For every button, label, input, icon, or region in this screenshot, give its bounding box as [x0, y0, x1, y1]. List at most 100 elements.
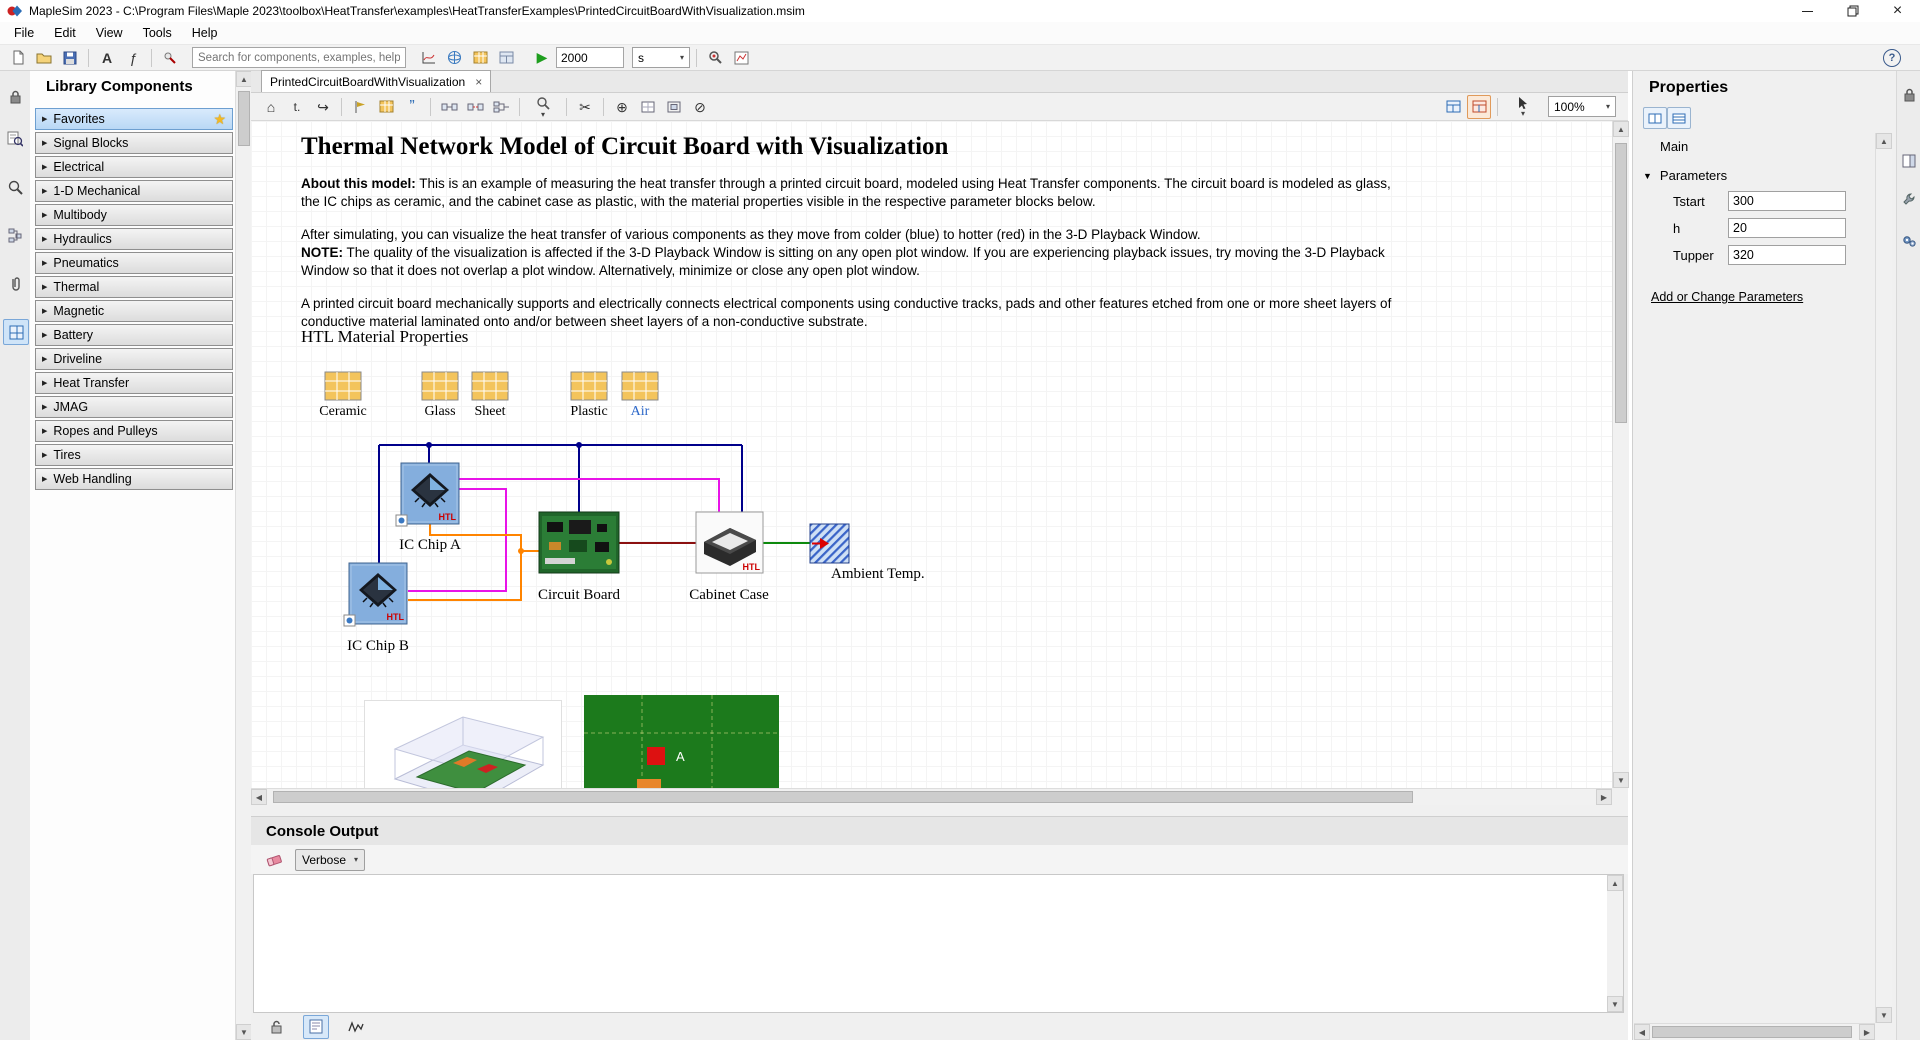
model-canvas[interactable]: Thermal Network Model of Circuit Board w…	[251, 121, 1612, 788]
search-input[interactable]	[192, 47, 406, 68]
sidebar-item-magnetic[interactable]: ▶ Magnetic	[35, 300, 233, 322]
zoom-level-dropdown[interactable]: 100% ▾	[1548, 96, 1616, 117]
scroll-left-arrow[interactable]: ◀	[1634, 1024, 1650, 1040]
scroll-up-arrow[interactable]: ▲	[1607, 875, 1623, 891]
properties-view-toggle-2[interactable]	[1667, 107, 1691, 129]
multibody-settings-button[interactable]	[3, 319, 29, 345]
verbosity-dropdown[interactable]: Verbose ▾	[295, 848, 366, 871]
component-cabinet-case[interactable]: HTL	[695, 511, 764, 574]
restore-button[interactable]	[1830, 0, 1875, 22]
connection-join-button[interactable]	[489, 95, 513, 119]
scroll-right-arrow[interactable]: ▶	[1859, 1024, 1875, 1040]
new-file-button[interactable]	[6, 46, 30, 70]
console-text-view-button[interactable]	[303, 1014, 329, 1039]
probe-flag-button[interactable]	[348, 95, 372, 119]
open-file-button[interactable]	[32, 46, 56, 70]
component-ambient-temp[interactable]	[809, 523, 850, 564]
text-tool-button[interactable]: A	[95, 46, 119, 70]
model-home-button[interactable]: ⌂	[259, 95, 283, 119]
parameter-pane-toggle[interactable]	[1441, 95, 1465, 119]
zoom-in-button[interactable]: ⊕	[610, 95, 634, 119]
scrollbar-thumb[interactable]	[273, 791, 1413, 803]
sidebar-item-signal-blocks[interactable]: ▶ Signal Blocks	[35, 132, 233, 154]
scrollbar-thumb[interactable]	[238, 91, 250, 146]
menu-help[interactable]: Help	[182, 23, 228, 43]
menu-file[interactable]: File	[4, 23, 44, 43]
disable-button[interactable]: ⊘	[688, 95, 712, 119]
library-scrollbar[interactable]: ▲ ▼	[235, 71, 252, 1040]
clear-console-button[interactable]	[263, 848, 287, 872]
sidebar-item-jmag[interactable]: ▶ JMAG	[35, 396, 233, 418]
minimize-button[interactable]	[1785, 0, 1830, 22]
text-annotation-button[interactable]: t.	[285, 95, 309, 119]
sidebar-item-ropes-and-pulleys[interactable]: ▶ Ropes and Pulleys	[35, 420, 233, 442]
scroll-down-arrow[interactable]: ▼	[1607, 996, 1623, 1012]
probe-search-button[interactable]	[703, 46, 727, 70]
library-search-button[interactable]	[3, 127, 27, 151]
properties-view-toggle-1[interactable]	[1643, 107, 1667, 129]
plot-window-button[interactable]	[416, 46, 440, 70]
pointer-mode-dropdown[interactable]: ▾	[1504, 95, 1542, 119]
menu-tools[interactable]: Tools	[133, 23, 182, 43]
scroll-left-arrow[interactable]: ◀	[251, 789, 267, 805]
redo-layout-button[interactable]: ↪	[311, 95, 335, 119]
sidebar-item-web-handling[interactable]: ▶ Web Handling	[35, 468, 233, 490]
tstart-input[interactable]	[1728, 191, 1846, 211]
wire-thermal[interactable]	[408, 524, 522, 601]
component-search-button[interactable]	[3, 175, 27, 199]
grid-settings-button[interactable]	[636, 95, 660, 119]
model-tree-button[interactable]	[3, 223, 27, 247]
component-ic-chip-b[interactable]: HTL	[343, 562, 408, 627]
attach-probe-button[interactable]	[158, 46, 182, 70]
magnify-tool-dropdown[interactable]: ▾	[526, 95, 560, 119]
properties-v-scrollbar[interactable]: ▲ ▼	[1875, 133, 1892, 1023]
panel-lock-button[interactable]	[3, 85, 27, 109]
canvas-h-scrollbar[interactable]: ◀ ▶	[251, 788, 1612, 805]
tab-close-icon[interactable]: ×	[475, 75, 482, 89]
connection-split-button[interactable]	[437, 95, 461, 119]
scroll-up-arrow[interactable]: ▲	[1613, 121, 1629, 137]
sidebar-item-pneumatics[interactable]: ▶ Pneumatics	[35, 252, 233, 274]
scroll-right-arrow[interactable]: ▶	[1596, 789, 1612, 805]
scroll-down-arrow[interactable]: ▼	[1876, 1007, 1892, 1023]
templates-button[interactable]	[494, 46, 518, 70]
parameter-block-button[interactable]	[374, 95, 398, 119]
sidebar-item-driveline[interactable]: ▶ Driveline	[35, 348, 233, 370]
properties-dock-button[interactable]	[1897, 149, 1920, 173]
canvas-v-scrollbar[interactable]: ▲ ▼	[1612, 121, 1629, 788]
parameters-group-header[interactable]: ▼ Parameters	[1643, 168, 1727, 183]
parameter-manager-button[interactable]	[468, 46, 492, 70]
simulation-duration-input[interactable]	[556, 47, 624, 68]
connection-break-button[interactable]	[463, 95, 487, 119]
run-simulation-button[interactable]: ▶	[530, 46, 554, 70]
sidebar-item-electrical[interactable]: ▶ Electrical	[35, 156, 233, 178]
units-tool-button[interactable]: ƒ	[121, 46, 145, 70]
save-button[interactable]	[58, 46, 82, 70]
sidebar-item-multibody[interactable]: ▶ Multibody	[35, 204, 233, 226]
panel-lock-button[interactable]	[1897, 83, 1920, 107]
comment-button[interactable]: ”	[400, 95, 424, 119]
properties-h-scrollbar[interactable]: ◀ ▶	[1634, 1023, 1875, 1040]
cut-button[interactable]: ✂	[573, 95, 597, 119]
tools-dock-button[interactable]	[1897, 187, 1920, 211]
sidebar-item-favorites[interactable]: ▶ Favorites ★	[35, 108, 233, 130]
add-change-parameters-link[interactable]: Add or Change Parameters	[1651, 290, 1803, 304]
tab-printedcircuitboard[interactable]: PrintedCircuitBoardWithVisualization ×	[261, 70, 492, 92]
close-button[interactable]: ×	[1875, 0, 1920, 22]
menu-view[interactable]: View	[86, 23, 133, 43]
scrollbar-thumb[interactable]	[1615, 143, 1627, 423]
console-plot-view-button[interactable]	[343, 1015, 369, 1039]
scroll-down-arrow[interactable]: ▼	[236, 1024, 252, 1040]
wire-thermal[interactable]	[459, 478, 720, 512]
component-circuit-board[interactable]	[538, 511, 620, 574]
scroll-down-arrow[interactable]: ▼	[1613, 772, 1629, 788]
sidebar-item-battery[interactable]: ▶ Battery	[35, 324, 233, 346]
sidebar-item-hydraulics[interactable]: ▶ Hydraulics	[35, 228, 233, 250]
settings-dock-button[interactable]	[1897, 229, 1920, 253]
fit-window-button[interactable]	[662, 95, 686, 119]
help-button[interactable]: ?	[1880, 46, 1904, 70]
attachments-button[interactable]	[3, 271, 27, 295]
time-unit-dropdown[interactable]: s ▾	[632, 47, 690, 68]
component-ic-chip-a[interactable]: HTL	[395, 462, 460, 527]
properties-tab-main[interactable]: Main	[1660, 139, 1688, 154]
